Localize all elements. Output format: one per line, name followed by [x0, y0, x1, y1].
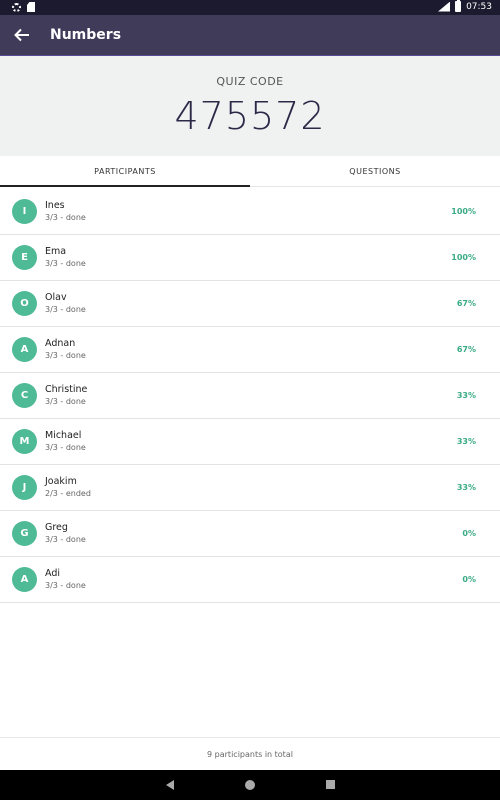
navigation-bar — [0, 770, 500, 800]
participant-score: 67% — [456, 299, 476, 308]
participant-name: Adi — [45, 568, 61, 579]
participant-score: 33% — [456, 391, 476, 400]
participant-status: 3/3 - done — [45, 535, 86, 544]
list-item[interactable]: I Ines 3/3 - done 100% — [0, 189, 500, 235]
avatar: O — [12, 291, 37, 316]
back-button[interactable] — [4, 17, 40, 53]
participant-name: Michael — [45, 430, 82, 441]
participant-status: 3/3 - done — [45, 305, 86, 314]
status-time: 07:53 — [466, 1, 492, 12]
participant-status: 3/3 - done — [45, 259, 86, 268]
signal-label: LTE — [438, 0, 447, 7]
participant-name: Ines — [45, 200, 65, 211]
status-bar: LTE 07:53 — [0, 0, 500, 15]
avatar: G — [12, 521, 37, 546]
page-title: Numbers — [50, 27, 122, 43]
participant-status: 3/3 - done — [45, 443, 86, 452]
participants-summary: 9 participants in total — [0, 737, 500, 770]
participant-score: 0% — [462, 575, 476, 584]
participant-name: Olav — [45, 292, 67, 303]
participant-score: 33% — [456, 483, 476, 492]
signal-icon: LTE — [438, 0, 451, 12]
avatar: C — [12, 383, 37, 408]
participant-name: Christine — [45, 384, 88, 395]
participant-status: 3/3 - done — [45, 397, 86, 406]
avatar: E — [12, 245, 37, 270]
participant-status: 3/3 - done — [45, 351, 86, 360]
sdcard-icon — [27, 2, 35, 12]
avatar: A — [12, 337, 37, 362]
participant-name: Joakim — [45, 476, 77, 487]
nav-recents-icon[interactable] — [326, 780, 335, 789]
nav-back-icon[interactable] — [166, 780, 174, 790]
list-item[interactable]: E Ema 3/3 - done 100% — [0, 235, 500, 281]
participant-name: Greg — [45, 522, 68, 533]
participant-name: Adnan — [45, 338, 76, 349]
tab-bar: PARTICIPANTS QUESTIONS — [0, 156, 500, 187]
gear-icon — [12, 2, 21, 12]
quiz-code-panel: QUIZ CODE 475572 — [0, 56, 500, 156]
participant-score: 67% — [456, 345, 476, 354]
battery-icon — [455, 0, 462, 12]
participants-list: I Ines 3/3 - done 100% E Ema 3/3 - done … — [0, 189, 500, 603]
list-item[interactable]: G Greg 3/3 - done 0% — [0, 511, 500, 557]
quiz-code-value: 475572 — [174, 94, 326, 138]
list-item[interactable]: O Olav 3/3 - done 67% — [0, 281, 500, 327]
participant-score: 100% — [451, 253, 476, 262]
list-item[interactable]: A Adnan 3/3 - done 67% — [0, 327, 500, 373]
participant-score: 100% — [451, 207, 476, 216]
tab-participants[interactable]: PARTICIPANTS — [0, 156, 250, 187]
avatar: M — [12, 429, 37, 454]
participant-status: 2/3 - ended — [45, 489, 91, 498]
nav-home-icon[interactable] — [245, 780, 255, 790]
list-item[interactable]: M Michael 3/3 - done 33% — [0, 419, 500, 465]
avatar: A — [12, 567, 37, 592]
list-item[interactable]: J Joakim 2/3 - ended 33% — [0, 465, 500, 511]
participant-status: 3/3 - done — [45, 213, 86, 222]
quiz-code-label: QUIZ CODE — [216, 75, 284, 88]
participant-status: 3/3 - done — [45, 581, 86, 590]
avatar: J — [12, 475, 37, 500]
list-item[interactable]: C Christine 3/3 - done 33% — [0, 373, 500, 419]
list-item[interactable]: A Adi 3/3 - done 0% — [0, 557, 500, 603]
participant-score: 0% — [462, 529, 476, 538]
arrow-left-icon — [14, 28, 29, 42]
participant-name: Ema — [45, 246, 67, 257]
tab-questions[interactable]: QUESTIONS — [250, 156, 500, 186]
avatar: I — [12, 199, 37, 224]
participant-score: 33% — [456, 437, 476, 446]
app-bar: Numbers — [0, 15, 500, 55]
